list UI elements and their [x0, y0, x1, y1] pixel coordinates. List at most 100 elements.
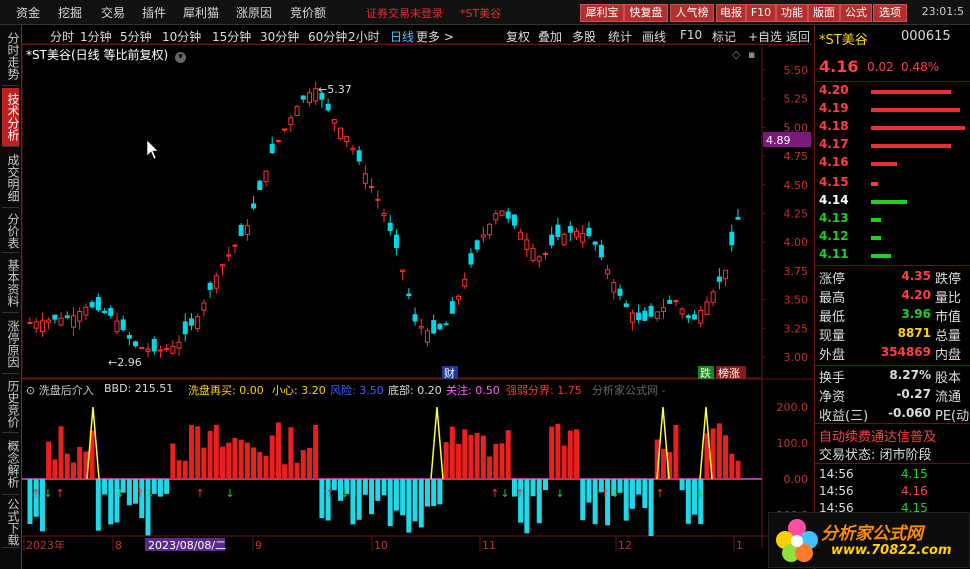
price-tick-5: 4.25 — [784, 208, 809, 221]
candle-body — [102, 310, 108, 314]
ind-arrow-15: ↓ — [610, 487, 619, 500]
stat-value-3: 8871 — [897, 326, 931, 340]
stat2-value-1: -0.27 — [896, 387, 931, 401]
ind-bar — [52, 459, 58, 479]
candle-body — [623, 303, 629, 308]
candle-body — [729, 231, 735, 246]
ask-bar-4 — [871, 162, 897, 166]
candle-body — [226, 254, 232, 257]
ask-price-1: 4.19 — [819, 101, 849, 115]
candle-body — [555, 224, 561, 237]
ind-bar — [679, 479, 685, 491]
candle-body — [710, 291, 716, 303]
ind-bar — [555, 423, 561, 479]
ind-arrow-12: ↑ — [515, 487, 524, 500]
ind-bar — [592, 479, 598, 525]
quote-panel: *ST美谷 000615 4.16 0.02 0.48% 4.20 4.19 4.1… — [814, 25, 970, 569]
bid-bar-2 — [871, 218, 881, 222]
ind-bar — [449, 426, 455, 479]
candle-body — [629, 312, 635, 323]
ind-bar — [406, 479, 412, 533]
ind-bar — [102, 479, 108, 495]
logo-url[interactable]: www.70822.com — [831, 543, 952, 558]
candle-body — [251, 203, 257, 209]
candle-body — [244, 225, 250, 235]
ind-bar — [685, 479, 691, 524]
candle-body — [362, 173, 368, 184]
ind-bar — [263, 455, 269, 479]
candle-body — [331, 119, 337, 124]
candle-body — [716, 276, 722, 282]
ind-bar — [70, 462, 76, 479]
stat2-label-0: 换手 — [819, 371, 846, 386]
ind-bar — [456, 443, 462, 479]
stat-value-0: 4.35 — [901, 269, 931, 283]
stat2-tail-2: PE(动 — [935, 409, 970, 424]
ask-bar-2 — [871, 126, 965, 130]
ind-bar — [586, 479, 592, 503]
candle-body — [667, 299, 673, 304]
ind-bar — [443, 442, 449, 479]
indicator-wash: 洗盘再买: 0.00 — [188, 384, 264, 397]
ind-bar — [474, 432, 480, 479]
chart-diamond-icon[interactable]: ◇ — [732, 48, 741, 61]
candle-body — [375, 198, 381, 201]
stat2-label-1: 净资 — [819, 390, 846, 405]
candle-body — [462, 278, 468, 287]
indicator-bbd: BBD: 215.51 — [104, 382, 174, 395]
ind-bar — [468, 434, 474, 479]
candle-body — [257, 180, 263, 191]
candle-body — [393, 234, 399, 249]
candle-body — [524, 239, 530, 250]
price-tick-7: 3.75 — [784, 265, 809, 278]
ind-bar — [723, 435, 729, 479]
ind-bar — [232, 437, 238, 479]
ind-bar — [375, 479, 381, 501]
candle-body — [120, 319, 126, 331]
ind-bar — [108, 479, 114, 525]
ind-arrow-10: ↑ — [490, 487, 499, 500]
ind-bar — [716, 423, 722, 479]
candle-body — [338, 127, 344, 140]
ind-arrow-13: ↓ — [555, 487, 564, 500]
ask-price-2: 4.18 — [819, 119, 849, 133]
ind-bar — [567, 430, 573, 479]
ind-bar — [480, 435, 486, 479]
auto-renew-link[interactable]: 自动续费通达信普及 — [819, 426, 936, 445]
candle-body — [406, 293, 412, 297]
ind-bar — [257, 452, 263, 479]
candle-body — [580, 233, 586, 243]
candle-body — [182, 321, 188, 335]
ind-bar — [393, 479, 399, 511]
ind-bar — [735, 460, 741, 479]
ind-bar — [213, 424, 219, 479]
tick-time-0: 14:56 — [819, 467, 854, 481]
price-tick-6: 4.00 — [784, 236, 809, 249]
ind-arrow-6: ↑ — [195, 487, 204, 500]
ask-bar-3 — [871, 144, 951, 148]
ind-arrow-2: ↑ — [55, 487, 64, 500]
candle-body — [642, 310, 648, 321]
ind-bar — [629, 479, 635, 509]
candle-body — [325, 103, 331, 111]
stat2-value-0: 8.27% — [889, 368, 931, 382]
ind-bar — [424, 479, 430, 507]
ind-arrow-5: ↓ — [145, 487, 154, 500]
chart-collapse-icon[interactable]: ▪ — [748, 48, 755, 61]
candle-body — [282, 128, 288, 131]
price-tick-1: 5.25 — [784, 93, 809, 106]
ind-tick-1: 100.0 — [777, 437, 809, 450]
logo-text: 分析家公式网 — [821, 524, 923, 544]
candle-body — [95, 296, 101, 311]
ind-bar — [95, 479, 101, 531]
candle-body — [157, 349, 163, 352]
bid-price-3: 4.12 — [819, 229, 849, 243]
candle-body — [735, 216, 741, 220]
candle-body — [263, 170, 269, 183]
price-tick-3: 4.75 — [784, 150, 809, 163]
ind-bar — [698, 479, 704, 525]
ind-bar — [288, 427, 294, 479]
ind-bar — [220, 446, 226, 479]
candle-body — [70, 315, 76, 328]
tick-time-1: 14:56 — [819, 484, 854, 498]
